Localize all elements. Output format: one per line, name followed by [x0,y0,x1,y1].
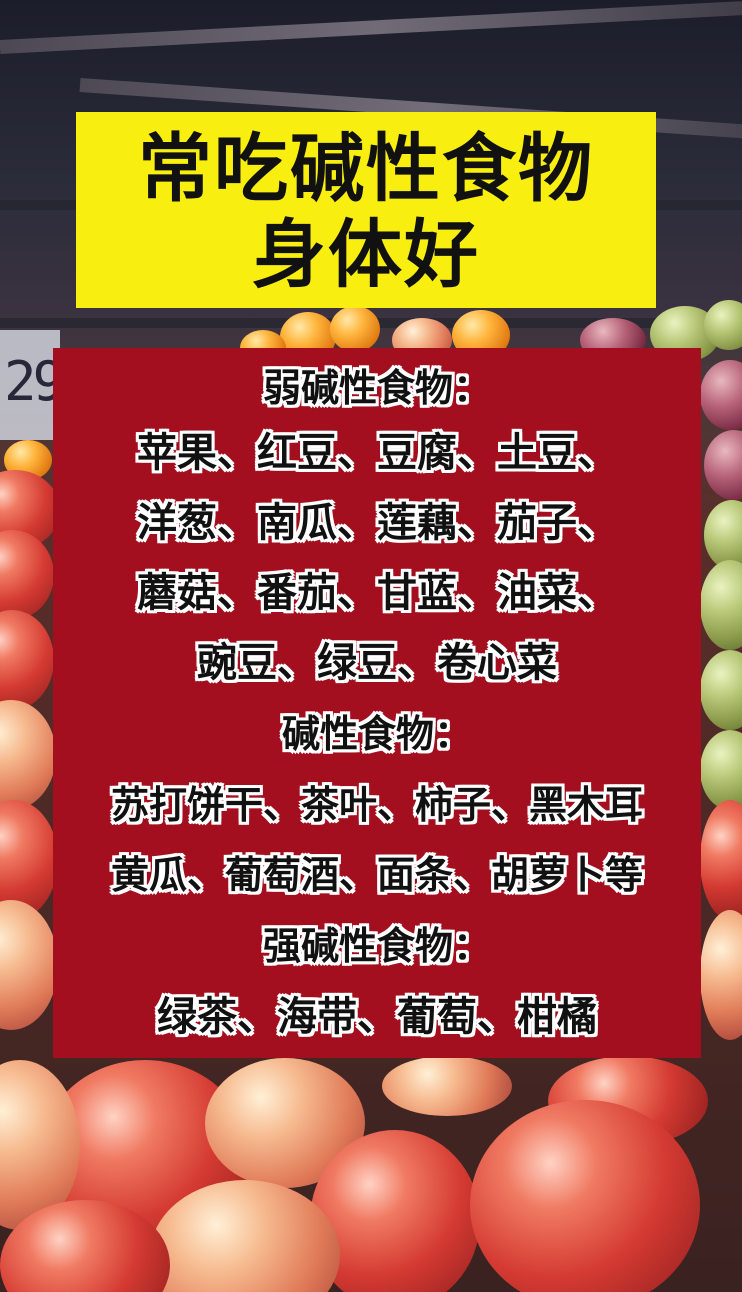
plum-fruit [700,360,742,430]
pear-fruit [700,650,742,730]
pear-fruit [700,560,742,650]
title-line-2: 身体好 [252,212,480,298]
pear-fruit [704,500,742,570]
section-heading: 强碱性食物： [262,924,491,968]
apple-fruit [0,610,54,710]
section-heading: 弱碱性食物： [262,366,491,410]
apple-fruit [0,900,58,1030]
title-banner: 常吃碱性食物 身体好 [76,112,656,308]
food-list-line: 绿茶、海带、葡萄、柑橘 [157,994,597,1040]
section-alkaline: 碱性食物： 苏打饼干、茶叶、柿子、黑木耳 黄瓜、葡萄酒、面条、胡萝卜等 [53,698,701,910]
apple-fruit [0,530,54,620]
food-list-line: 黄瓜、葡萄酒、面条、胡萝卜等 [110,853,643,897]
food-list-line: 豌豆、绿豆、卷心菜 [197,640,557,686]
food-list-line: 蘑菇、番茄、甘蓝、油菜、 [137,570,617,616]
section-strong-alkaline: 强碱性食物： 绿茶、海带、葡萄、柑橘 [53,910,701,1052]
food-list-card: 弱碱性食物： 苹果、红豆、豆腐、土豆、 洋葱、南瓜、莲藕、茄子、 蘑菇、番茄、甘… [53,348,701,1058]
food-list-line: 苏打饼干、茶叶、柿子、黑木耳 [110,783,643,827]
apple-fruit [700,910,742,1040]
section-weak-alkaline: 弱碱性食物： 苹果、红豆、豆腐、土豆、 洋葱、南瓜、莲藕、茄子、 蘑菇、番茄、甘… [53,358,701,698]
orange-fruit [330,306,380,352]
price-sign: 29 [0,330,65,440]
title-line-1: 常吃碱性食物 [138,126,594,212]
ceiling-beam [0,0,742,54]
plum-fruit [704,430,742,500]
apple-fruit [700,800,742,920]
apple-fruit [0,700,56,810]
pear-fruit [700,730,742,810]
food-list-line: 苹果、红豆、豆腐、土豆、 [137,430,617,476]
apple-fruit [382,1056,512,1116]
food-list-line: 洋葱、南瓜、莲藕、茄子、 [137,500,617,546]
section-heading: 碱性食物： [281,712,472,756]
